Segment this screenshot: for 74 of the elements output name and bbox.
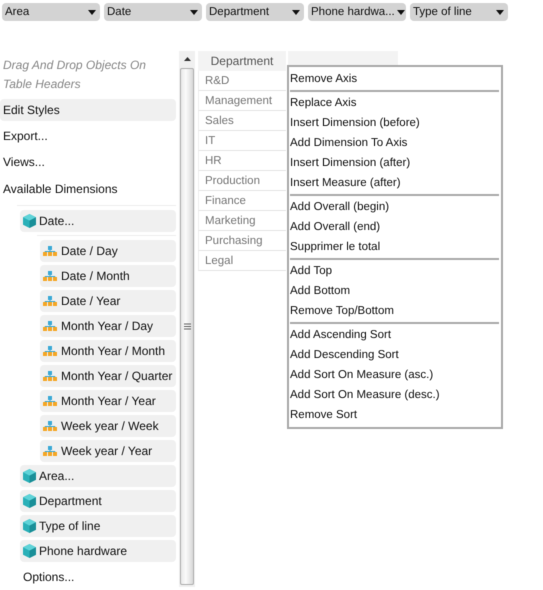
table-cell: Production [198, 171, 286, 191]
hierarchy-icon [43, 271, 57, 281]
filter-dropdown[interactable]: Area [2, 3, 100, 21]
hierarchy-icon [43, 371, 57, 381]
dimension-item[interactable]: Date / Day [40, 240, 176, 262]
context-menu-item[interactable]: Add Bottom [290, 281, 499, 301]
context-menu-item[interactable]: Insert Dimension (after) [290, 153, 499, 173]
menu-item[interactable]: Edit Styles [0, 99, 176, 121]
table-cell: Finance [198, 191, 286, 211]
table-cell: IT [198, 131, 286, 151]
menu-item[interactable]: Views... [0, 151, 176, 173]
hierarchy-icon [43, 296, 57, 306]
dimension-item[interactable]: Date... [20, 210, 176, 232]
context-menu-item[interactable]: Add Ascending Sort [290, 325, 499, 345]
hierarchy-icon [43, 346, 57, 356]
dimension-item[interactable]: Month Year / Month [40, 340, 176, 362]
context-menu-item[interactable]: Add Dimension To Axis [290, 133, 499, 153]
context-menu-item[interactable]: Remove Sort [290, 405, 499, 425]
filter-dropdown[interactable]: Date [104, 3, 202, 21]
table-cell: Sales [198, 111, 286, 131]
hierarchy-icon [43, 421, 57, 431]
section-title: Available Dimensions [2, 181, 119, 198]
caret-icon [88, 10, 96, 14]
cube-icon [23, 494, 36, 508]
caret-icon [496, 10, 504, 14]
caret-icon [190, 10, 198, 14]
scrollbar-thumb[interactable] [180, 68, 194, 585]
dimension-item[interactable]: Week year / Week [40, 415, 176, 437]
context-menu-item[interactable]: Add Overall (end) [290, 217, 499, 237]
hierarchy-icon [43, 321, 57, 331]
filter-dropdown[interactable]: Department [206, 3, 304, 21]
table-cell: Marketing [198, 211, 286, 231]
dimension-item[interactable]: Month Year / Year [40, 390, 176, 412]
context-menu-item[interactable]: Remove Axis [290, 69, 499, 89]
dimension-item[interactable]: Month Year / Day [40, 315, 176, 337]
dimension-item[interactable]: Phone hardware [20, 540, 176, 562]
context-menu-item[interactable]: Add Top [290, 261, 499, 281]
cube-icon [23, 519, 36, 533]
context-menu-item[interactable]: Remove Top/Bottom [290, 301, 499, 321]
dimension-item[interactable]: Date / Month [40, 265, 176, 287]
context-menu-item[interactable]: Insert Dimension (before) [290, 113, 499, 133]
dimension-item[interactable]: Department [20, 490, 176, 512]
hierarchy-icon [43, 396, 57, 406]
context-menu-item[interactable]: Insert Measure (after) [290, 173, 499, 193]
dimension-item[interactable]: Type of line [20, 515, 176, 537]
table-cell: Management [198, 91, 286, 111]
context-menu-item[interactable]: Replace Axis [290, 93, 499, 113]
table-cell: R&D [198, 71, 286, 91]
caret-icon [292, 10, 300, 14]
context-menu-item[interactable]: Add Sort On Measure (desc.) [290, 385, 499, 405]
context-menu-item[interactable]: Supprimer le total [290, 237, 499, 257]
filter-dropdown[interactable]: Phone hardwa... [308, 3, 406, 21]
dimension-item[interactable]: Week year / Year [40, 440, 176, 462]
context-menu-item[interactable]: Add Overall (begin) [290, 197, 499, 217]
filter-dropdown[interactable]: Type of line [410, 3, 508, 21]
context-menu-item[interactable]: Add Sort On Measure (asc.) [290, 365, 499, 385]
cube-icon [23, 214, 36, 228]
dimension-item[interactable]: Area... [20, 465, 176, 487]
context-menu-item[interactable]: Add Descending Sort [290, 345, 499, 365]
menu-item[interactable]: Export... [0, 125, 176, 147]
table-cell: Legal [198, 251, 286, 271]
cube-icon [23, 469, 36, 483]
dimension-item[interactable]: Date / Year [40, 290, 176, 312]
caret-icon [396, 10, 405, 14]
hierarchy-icon [43, 446, 57, 456]
column-header[interactable]: Department [198, 51, 286, 71]
hierarchy-icon [43, 246, 57, 256]
options-link[interactable]: Options... [23, 570, 176, 586]
table-cell: HR [198, 151, 286, 171]
drag-hint: Drag And Drop Objects On Table Headers [2, 57, 147, 93]
dimension-item[interactable]: Month Year / Quarter [40, 365, 176, 387]
caret-icon [184, 57, 190, 61]
table-cell: Purchasing [198, 231, 286, 251]
cube-icon [23, 544, 36, 558]
